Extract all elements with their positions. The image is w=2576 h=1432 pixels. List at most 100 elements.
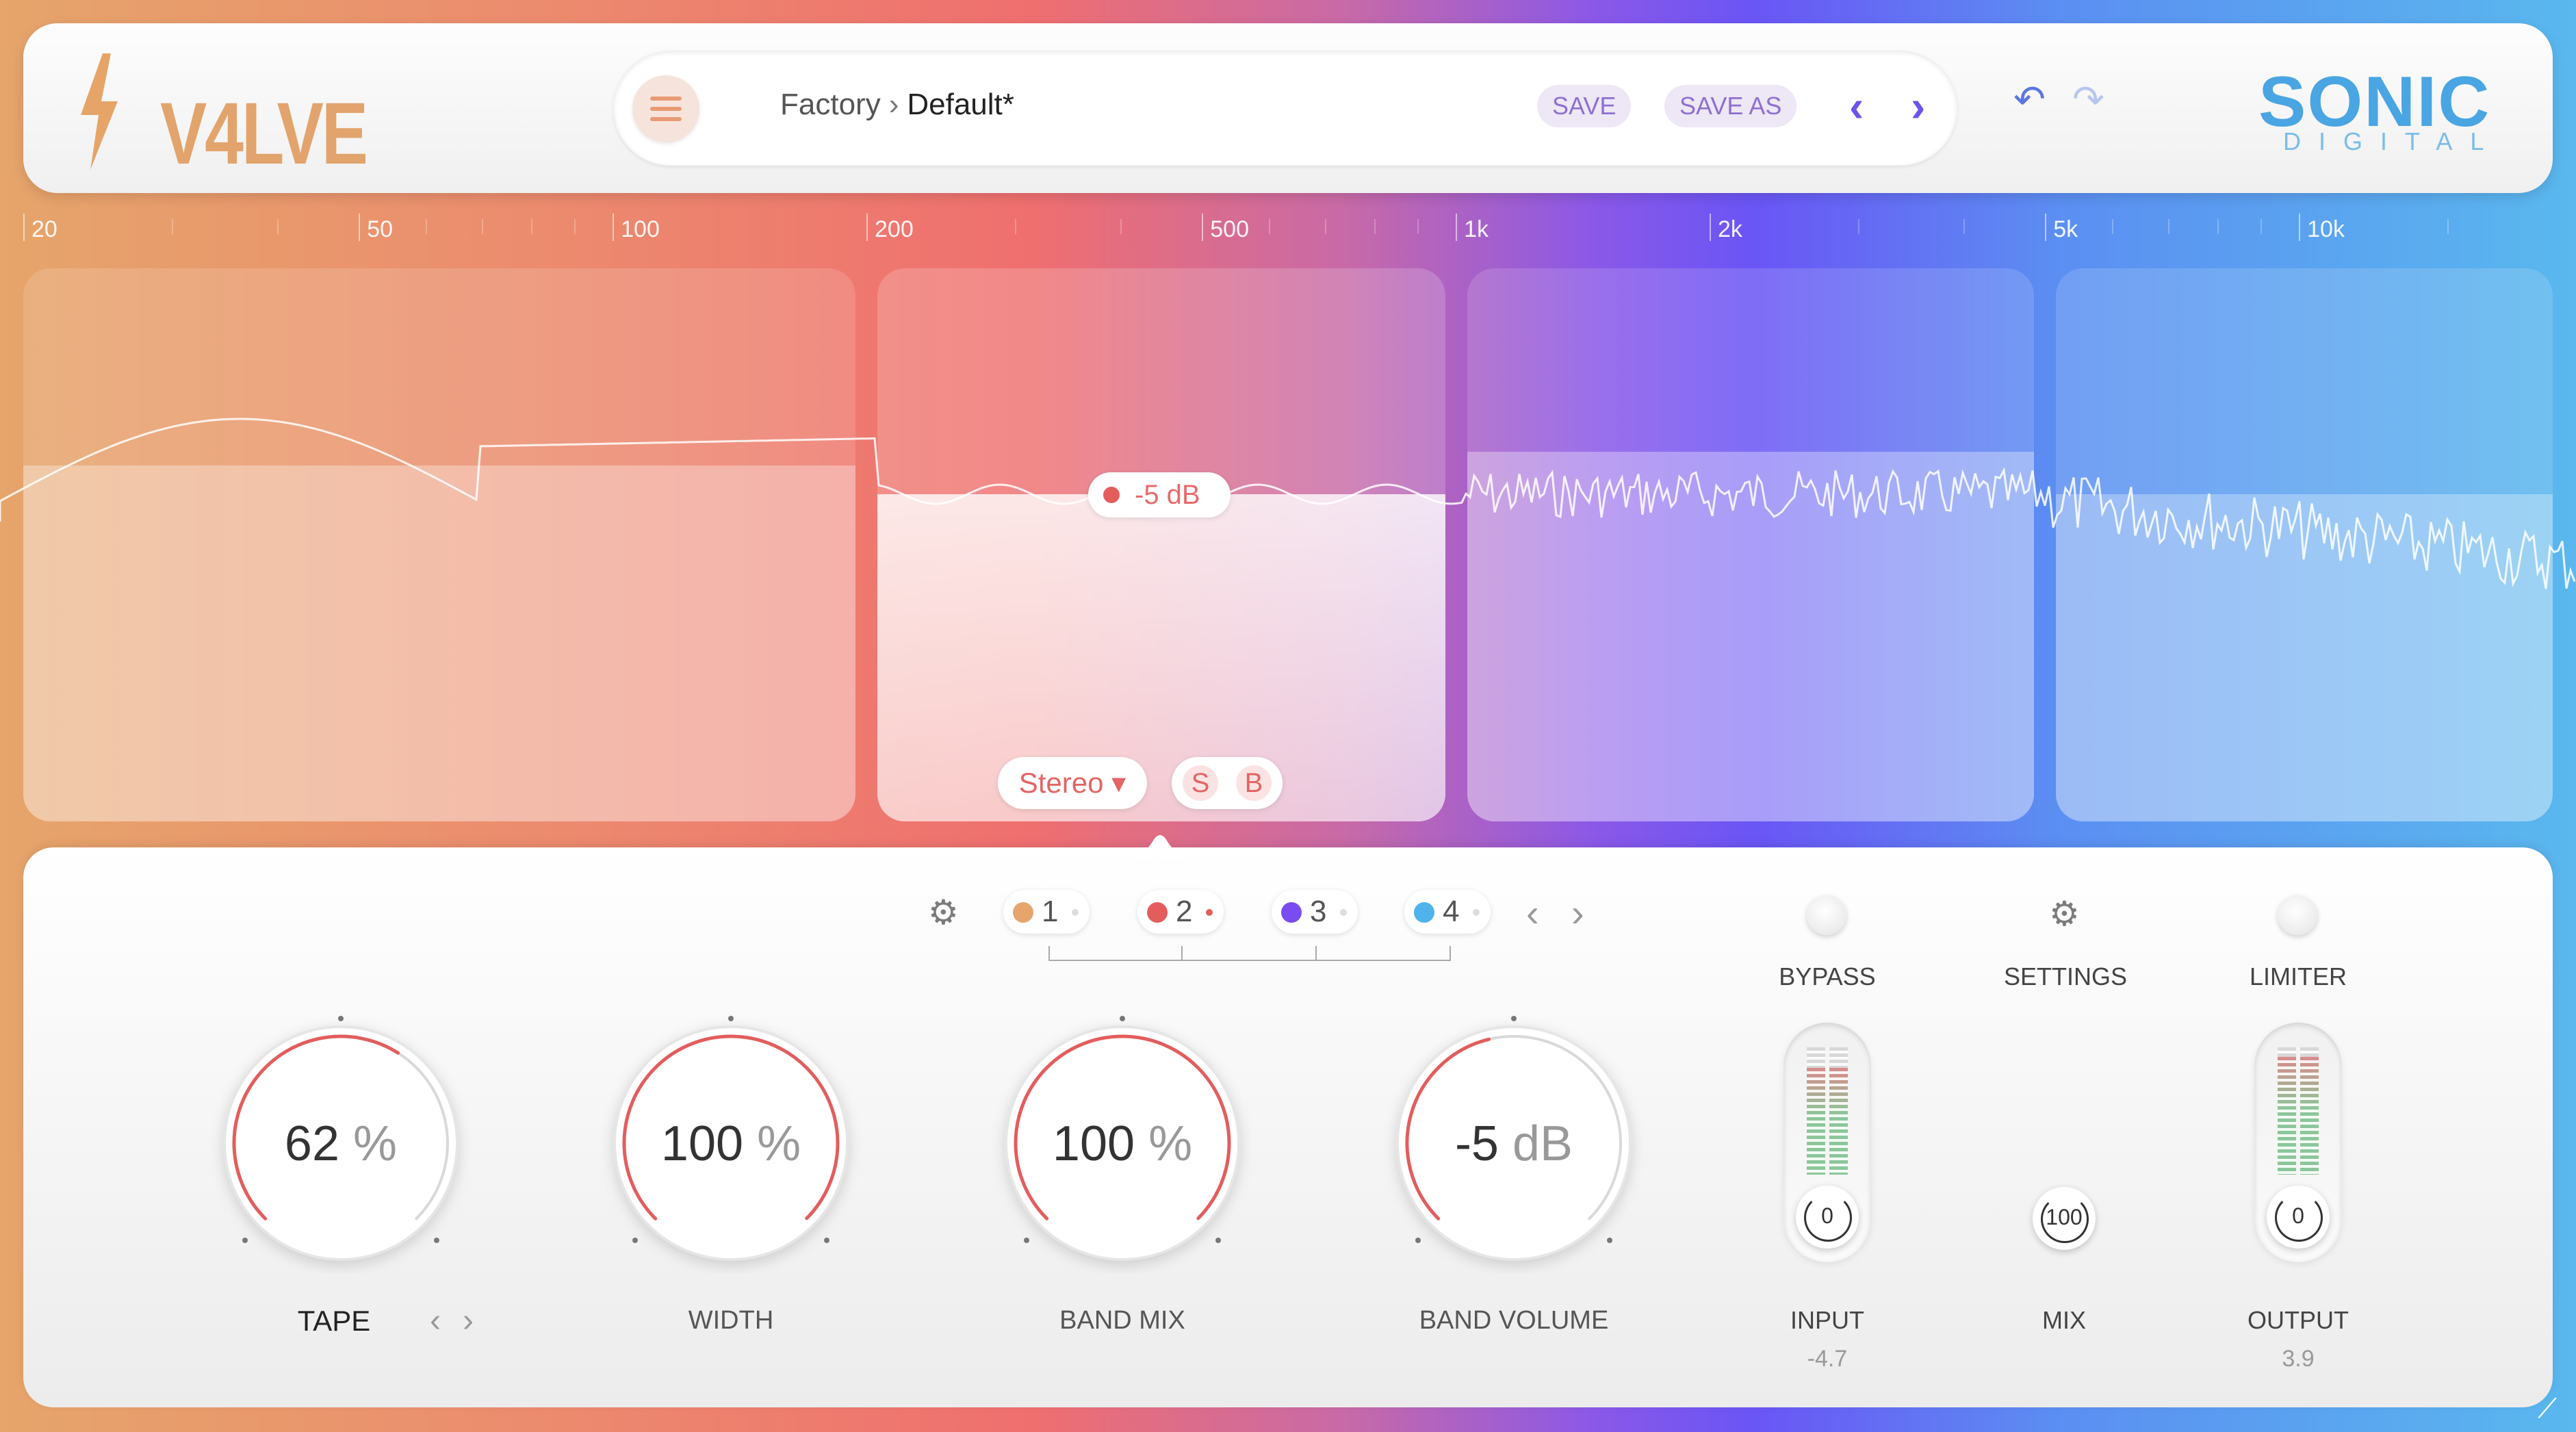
tape-unit: % bbox=[353, 1116, 398, 1171]
band-tab-4[interactable]: 4 bbox=[1404, 890, 1491, 934]
band-tab-number: 2 bbox=[1176, 895, 1193, 928]
band-mix-knob[interactable]: 100 % bbox=[992, 1013, 1252, 1273]
band-settings-gear-icon[interactable]: ⚙ bbox=[928, 895, 959, 930]
ruler-tick bbox=[1202, 214, 1204, 241]
limiter-label: LIMITER bbox=[2249, 962, 2347, 990]
ruler-tick bbox=[1710, 214, 1711, 241]
menu-button[interactable] bbox=[632, 75, 699, 142]
ruler-label: 5k bbox=[2053, 216, 2078, 242]
band-link-bracket bbox=[1048, 946, 1451, 961]
channel-mode-dropdown[interactable]: Stereo ▾ bbox=[998, 757, 1147, 809]
settings-gear-icon[interactable]: ⚙ bbox=[2049, 897, 2080, 931]
input-knob-value: 0 bbox=[1821, 1203, 1833, 1228]
resize-handle-icon[interactable]: ⟋ bbox=[2538, 1394, 2557, 1424]
undo-icon[interactable]: ↶ bbox=[2013, 77, 2046, 122]
lightning-icon bbox=[81, 53, 118, 170]
band-1-area[interactable] bbox=[23, 268, 855, 821]
tape-knob[interactable]: 62 % bbox=[211, 1013, 471, 1273]
preset-bar: Factory › Default* SAVE SAVE AS ‹ › bbox=[613, 51, 1957, 166]
panel-notch bbox=[1122, 835, 1198, 858]
solo-button[interactable]: S bbox=[1183, 765, 1218, 801]
band-gain-value: -5 dB bbox=[1135, 480, 1200, 510]
output-label: OUTPUT bbox=[2247, 1306, 2349, 1334]
bypass-toggle[interactable] bbox=[1807, 895, 1846, 935]
ruler-label: 500 bbox=[1210, 216, 1249, 242]
band-mix-label: BAND MIX bbox=[1059, 1306, 1185, 1335]
tape-next-arrow[interactable]: › bbox=[463, 1302, 474, 1340]
mix-knob[interactable]: 100 bbox=[2033, 1187, 2096, 1250]
brand-subtitle: DIGITAL bbox=[2283, 127, 2502, 155]
preset-folder: Factory bbox=[780, 88, 881, 121]
previous-preset-button[interactable]: ‹ bbox=[1849, 82, 1864, 130]
ruler-tick bbox=[613, 214, 615, 241]
band-tab-number: 1 bbox=[1042, 895, 1059, 928]
output-knob-value: 0 bbox=[2292, 1203, 2304, 1228]
width-value: 100 bbox=[660, 1116, 744, 1171]
band-tab-2[interactable]: 2 bbox=[1137, 890, 1224, 934]
band-3-area[interactable] bbox=[1467, 268, 2034, 821]
ruler-label: 200 bbox=[875, 216, 914, 242]
preset-name: Default* bbox=[907, 88, 1014, 121]
band-gain-indicator[interactable]: -5 dB bbox=[1088, 472, 1231, 517]
bypass-label: BYPASS bbox=[1779, 962, 1876, 990]
ruler-tick bbox=[2045, 214, 2047, 241]
breadcrumb-chevron-icon: › bbox=[888, 88, 899, 121]
band-volume-knob[interactable]: -5 dB bbox=[1384, 1013, 1644, 1273]
frequency-ruler: 20 50 100 200 500 1k 2k 5k 10k bbox=[23, 214, 2553, 244]
preset-breadcrumb[interactable]: Factory › Default* bbox=[780, 88, 1014, 122]
ruler-tick bbox=[866, 214, 868, 241]
tape-prev-arrow[interactable]: ‹ bbox=[430, 1302, 441, 1340]
input-gain-knob[interactable]: 0 bbox=[1796, 1186, 1859, 1249]
width-unit: % bbox=[757, 1116, 801, 1171]
tape-value: 62 bbox=[284, 1116, 340, 1171]
band-tab-1[interactable]: 1 bbox=[1003, 890, 1090, 934]
band-color-dot bbox=[1147, 902, 1168, 923]
band-bypass-button[interactable]: B bbox=[1236, 765, 1272, 801]
band-mix-unit: % bbox=[1148, 1116, 1193, 1171]
ruler-label: 50 bbox=[367, 216, 394, 242]
ruler-label: 100 bbox=[621, 216, 660, 242]
band-volume-label: BAND VOLUME bbox=[1419, 1306, 1609, 1335]
ruler-label: 10k bbox=[2307, 216, 2345, 242]
input-label: INPUT bbox=[1790, 1306, 1864, 1334]
ruler-tick bbox=[23, 214, 25, 241]
band-prev-arrow[interactable]: ‹ bbox=[1526, 894, 1539, 932]
ruler-label: 2k bbox=[1718, 216, 1742, 242]
band-tab-3[interactable]: 3 bbox=[1272, 890, 1358, 934]
settings-label: SETTINGS bbox=[2003, 962, 2128, 990]
ruler-label: 1k bbox=[1464, 216, 1489, 242]
band-color-dot bbox=[1281, 902, 1302, 923]
band-color-dot bbox=[1103, 487, 1120, 503]
input-value: -4.7 bbox=[1807, 1346, 1848, 1372]
output-gain-knob[interactable]: 0 bbox=[2267, 1186, 2330, 1249]
save-button[interactable]: SAVE bbox=[1537, 85, 1632, 127]
header-bar: V4LVE Factory › Default* SAVE SAVE AS ‹ › … bbox=[23, 23, 2553, 193]
ruler-label: 20 bbox=[31, 216, 57, 242]
ruler-tick bbox=[359, 214, 361, 241]
output-meter[interactable]: 0 bbox=[2254, 1023, 2342, 1262]
width-knob[interactable]: 100 % bbox=[601, 1013, 861, 1273]
redo-icon[interactable]: ↷ bbox=[2072, 77, 2104, 122]
band-mix-value: 100 bbox=[1052, 1116, 1135, 1171]
band-color-dot bbox=[1414, 902, 1434, 923]
app-logo-text: V4LVE bbox=[160, 85, 368, 183]
next-preset-button[interactable]: › bbox=[1911, 82, 1925, 130]
band-tab-number: 4 bbox=[1443, 895, 1460, 928]
hamburger-icon bbox=[650, 97, 682, 101]
band-2-area[interactable] bbox=[877, 268, 1445, 821]
band-volume-unit: dB bbox=[1512, 1116, 1573, 1171]
band-tab-number: 3 bbox=[1310, 895, 1327, 928]
band-next-arrow[interactable]: › bbox=[1571, 894, 1584, 932]
save-as-button[interactable]: SAVE AS bbox=[1664, 85, 1797, 127]
limiter-toggle[interactable] bbox=[2278, 895, 2317, 935]
ruler-tick bbox=[2299, 214, 2301, 241]
band-volume-value: -5 bbox=[1454, 1116, 1499, 1171]
input-meter[interactable]: 0 bbox=[1783, 1023, 1871, 1262]
band-4-area[interactable] bbox=[2056, 268, 2553, 821]
width-label: WIDTH bbox=[688, 1306, 774, 1335]
ruler-tick bbox=[1456, 214, 1458, 241]
mix-knob-value: 100 bbox=[2046, 1205, 2083, 1229]
band-color-dot bbox=[1013, 902, 1033, 923]
solo-bypass-group: S B bbox=[1172, 757, 1283, 809]
output-value: 3.9 bbox=[2282, 1346, 2315, 1372]
